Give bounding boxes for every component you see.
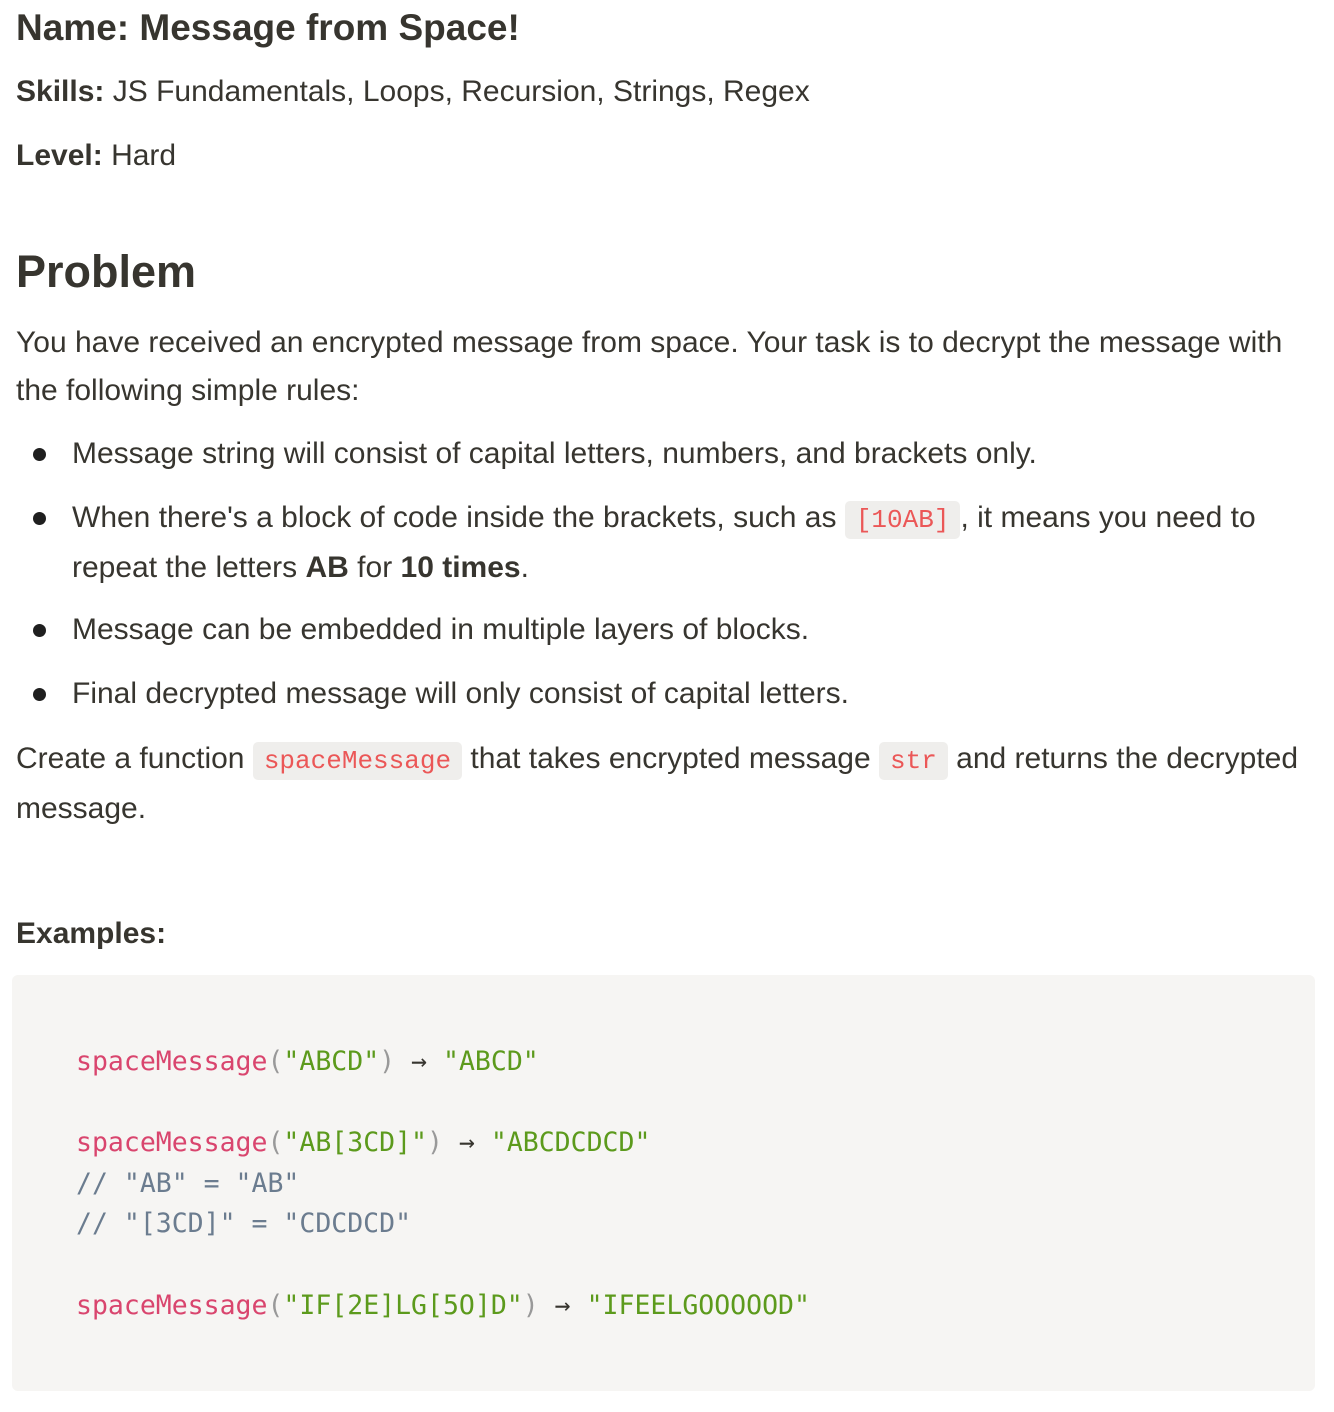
code-arrow: → <box>538 1290 587 1321</box>
code-function: spaceMessage <box>76 1290 268 1321</box>
problem-intro: You have received an encrypted message f… <box>16 326 1283 407</box>
task-text: Create a function <box>16 742 245 775</box>
rule-text: Final decrypted message will only consis… <box>72 677 850 710</box>
code-string: "ABCDCDCD" <box>490 1127 651 1158</box>
emphasis-letters: AB <box>305 551 349 584</box>
name-label: Name: <box>16 7 130 48</box>
code-arrow: → <box>395 1046 443 1077</box>
rule-text: When there's a block of code inside the … <box>72 494 1272 592</box>
bullet-icon <box>33 624 46 637</box>
code-punctuation: ( <box>267 1127 284 1158</box>
level-label: Level: <box>16 139 103 172</box>
bullet-icon <box>33 448 46 461</box>
code-line: spaceMessage("AB[3CD]") → "ABCDCDCD" <box>76 1123 650 1163</box>
code-punctuation: ) <box>379 1046 396 1077</box>
skills-label: Skills: <box>16 75 105 108</box>
bullet-icon <box>33 512 46 525</box>
skills-line: Skills: JS Fundamentals, Loops, Recursio… <box>16 72 810 112</box>
code-function: spaceMessage <box>76 1127 268 1158</box>
code-string: "ABCD" <box>283 1046 380 1077</box>
inline-code-function: spaceMessage <box>252 742 463 780</box>
emphasis-times: 10 times <box>400 551 521 584</box>
code-comment: // "AB" = "AB" <box>76 1168 300 1199</box>
code-punctuation: ) <box>522 1290 539 1321</box>
code-string: "AB[3CD]" <box>283 1127 428 1158</box>
task-text: that takes encrypted message <box>470 742 871 775</box>
task-description: Create a function spaceMessage that take… <box>16 735 1306 833</box>
inline-code: [10AB] <box>844 501 961 539</box>
problem-heading: Problem <box>16 246 197 297</box>
bullet-icon <box>33 688 46 701</box>
code-string: "IF[2E]LG[5O]D" <box>283 1290 523 1321</box>
code-string: "IFEELGOOOOOD" <box>586 1290 810 1321</box>
code-block: spaceMessage("ABCD") → "ABCD" spaceMessa… <box>12 975 1315 1391</box>
page-title: Name: Message from Space! <box>16 6 520 50</box>
code-function: spaceMessage <box>76 1046 268 1077</box>
rule-text-part: When there's a block of code inside the … <box>72 501 837 534</box>
code-punctuation: ( <box>267 1046 284 1077</box>
code-punctuation: ( <box>267 1290 284 1321</box>
rule-text-part: for <box>357 551 393 584</box>
code-punctuation: ) <box>427 1127 443 1158</box>
examples-label: Examples: <box>16 917 167 950</box>
code-string: "ABCD" <box>443 1046 539 1077</box>
rule-text: Message string will consist of capital l… <box>72 437 1037 470</box>
inline-code-arg: str <box>878 742 948 780</box>
code-comment: // "[3CD]" = "CDCDCD" <box>76 1208 412 1239</box>
level-value: Hard <box>111 139 177 172</box>
code-arrow: → <box>442 1127 491 1158</box>
rule-text: Message can be embedded in multiple laye… <box>72 613 810 646</box>
skills-value: JS Fundamentals, Loops, Recursion, Strin… <box>112 75 810 108</box>
code-line: spaceMessage("IF[2E]LG[5O]D") → "IFEELGO… <box>76 1286 810 1326</box>
level-line: Level: Hard <box>16 136 176 176</box>
rule-text-part: . <box>520 551 529 584</box>
name-value: Message from Space! <box>139 7 520 48</box>
code-line: spaceMessage("ABCD") → "ABCD" <box>76 1042 539 1082</box>
